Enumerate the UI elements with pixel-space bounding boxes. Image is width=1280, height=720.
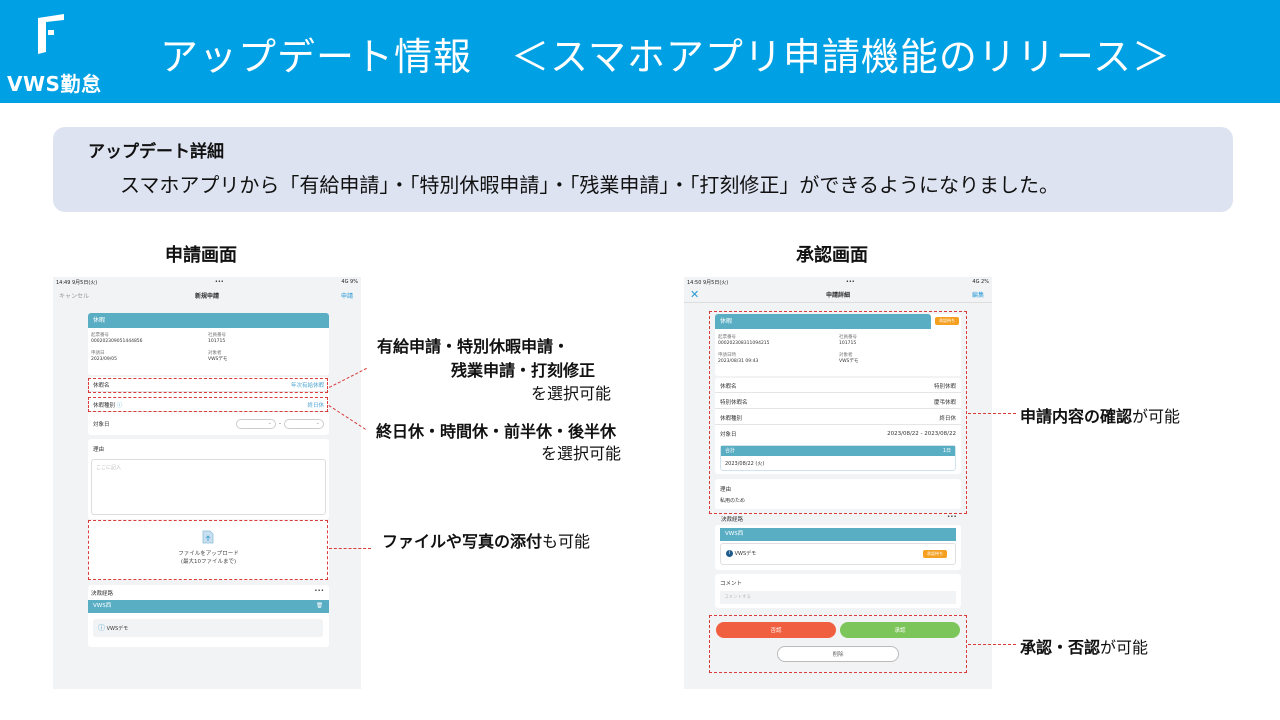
more-icon[interactable]: ••• (314, 588, 324, 594)
card-title: 休暇 (88, 313, 329, 328)
route-group: VWS西 🗑 (88, 600, 329, 613)
route-label: 決裁経路 (91, 591, 114, 597)
kv-item: 対象者 VWSデモ (208, 351, 228, 362)
route-person: i VWSデモ 承認待ち (720, 543, 956, 565)
info-icon: i (726, 550, 733, 557)
nav-bar: ✕ 申請詳細 編集 (684, 287, 992, 303)
edit-button[interactable]: 編集 (972, 290, 984, 299)
detail-text: スマホアプリから「有給申請」・「特別休暇申請」・「残業申請」・「打刻修正」ができ… (120, 173, 1059, 197)
reason-label: 理由 (93, 447, 105, 453)
annotation-leave-kinds: 終日休・時間休・前半休・後半休 (376, 422, 617, 441)
kv-item: 起票番号 000202309051444856 (91, 333, 143, 344)
kv-item: 社員番号 101715 (208, 333, 226, 344)
annotation-apply-types-suffix: を選択可能 (531, 384, 612, 403)
nav-title: 申請詳細 (825, 292, 850, 299)
highlight-leave-name (88, 378, 328, 393)
update-detail-box: アップデート詳細 スマホアプリから「有給申請」・「特別休暇申請」・「残業申請」・… (53, 127, 1233, 212)
status-badge: 承認待ち (923, 550, 947, 558)
page-title: アップデート情報 ＜スマホアプリ申請機能のリリース＞ (160, 35, 1171, 79)
submit-button[interactable]: 申請 (341, 291, 353, 300)
leader-line (329, 548, 371, 549)
route-label: 決裁経路 (721, 517, 744, 523)
route-person: ⓘ VWSデモ (93, 619, 323, 637)
more-icon[interactable]: ••• (947, 514, 957, 520)
nav-bar: キャンセル 新規申請 申請 (53, 287, 361, 303)
route-card: VWS西 i VWSデモ 承認待ち (715, 525, 961, 570)
start-date-select[interactable]: ⌄ (236, 419, 276, 429)
status-dots: ••• (214, 279, 224, 285)
leader-line (968, 644, 1016, 645)
kv-item: 申請日 2023/09/05 (91, 351, 117, 362)
header-bar: VWS勤怠 アップデート情報 ＜スマホアプリ申請機能のリリース＞ (0, 0, 1280, 103)
leave-card: 休暇 起票番号 000202309051444856 社員番号 101715 申請日… (88, 313, 329, 375)
reason-card: 理由 ここに記入 (88, 439, 329, 519)
comment-card: コメント コメントする (715, 574, 961, 608)
apply-screen-label: 申請画面 (165, 245, 237, 266)
logo-text: VWS勤怠 (7, 72, 102, 96)
annotation-apply-types-2: 残業申請・打刻修正 (451, 361, 596, 380)
comment-input[interactable]: コメントする (720, 591, 956, 604)
cancel-button[interactable]: キャンセル (59, 291, 89, 300)
annotation-confirm: 申請内容の確認が可能 (1020, 407, 1181, 426)
highlight-upload (88, 520, 328, 580)
status-dots: ••• (845, 279, 855, 285)
status-battery: 4G 2% (972, 279, 989, 285)
highlight-actions (709, 615, 967, 673)
leader-line (968, 413, 1016, 414)
trash-icon[interactable]: 🗑 (316, 600, 323, 613)
route-card: 決裁経路 ••• VWS西 🗑 ⓘ VWSデモ (88, 585, 329, 647)
nav-title: 新規申請 (194, 292, 219, 300)
status-time: 14:50 9月5日(火) (687, 280, 729, 286)
status-bar: 14:50 9月5日(火) ••• 4G 2% (687, 279, 989, 287)
route-group: VWS西 (720, 528, 956, 541)
annotation-leave-kinds-suffix: を選択可能 (541, 444, 622, 463)
apply-screen-screenshot: 14:49 9月5日(火) ••• 4G 9% キャンセル 新規申請 申請 休暇… (53, 277, 361, 689)
annotation-apply-types: 有給申請・特別休暇申請・ (377, 337, 570, 356)
status-battery: 4G 9% (341, 279, 358, 285)
close-icon[interactable]: ✕ (690, 288, 699, 301)
highlight-detail (709, 311, 967, 514)
approve-screen-label: 承認画面 (796, 245, 868, 266)
annotation-attach: ファイルや写真の添付も可能 (382, 532, 591, 551)
target-date-row: 対象日 ⌄ - ⌄ (88, 417, 329, 431)
status-bar: 14:49 9月5日(火) ••• 4G 9% (56, 279, 358, 287)
detail-heading: アップデート詳細 (88, 142, 224, 162)
info-icon: ⓘ (98, 624, 105, 632)
end-date-select[interactable]: ⌄ (284, 419, 324, 429)
reason-input[interactable]: ここに記入 (91, 459, 326, 515)
vws-logo-icon (38, 14, 64, 54)
highlight-leave-type (88, 397, 328, 412)
comment-label: コメント (720, 581, 743, 587)
annotation-approve: 承認・否認が可能 (1020, 638, 1149, 657)
status-time: 14:49 9月5日(火) (56, 280, 98, 286)
